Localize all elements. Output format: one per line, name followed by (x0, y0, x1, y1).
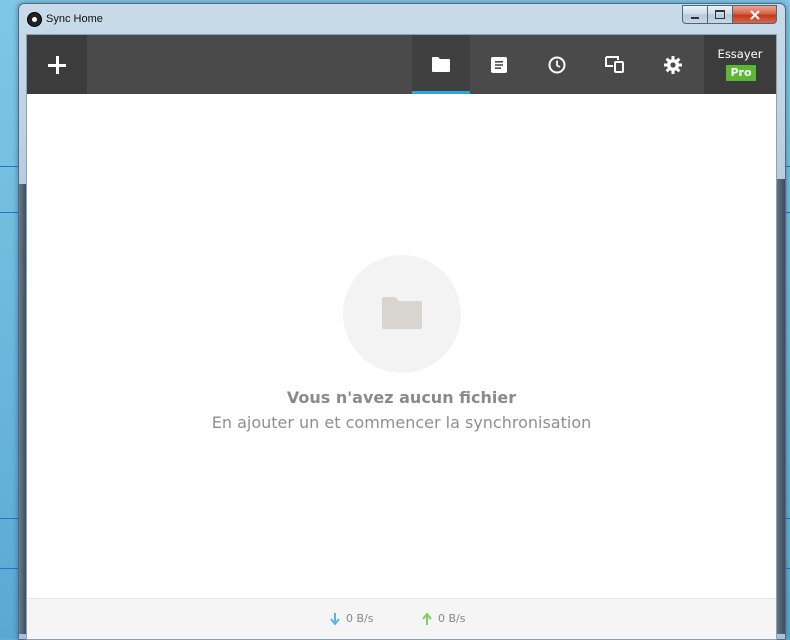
minimize-button[interactable] (682, 5, 708, 24)
close-button[interactable] (733, 5, 777, 24)
app-content: Essayer Pro Vous n'avez aucun fichier En… (26, 34, 777, 640)
download-speed: 0 B/s (330, 612, 373, 625)
main-toolbar: Essayer Pro (27, 35, 776, 94)
maximize-icon (715, 10, 725, 19)
upload-speed-value: 0 B/s (438, 612, 466, 625)
minimize-icon (691, 16, 699, 19)
empty-state-subtitle: En ajouter un et commencer la synchronis… (211, 413, 592, 432)
clock-icon (548, 56, 566, 73)
window-controls (682, 5, 777, 25)
pro-badge: Pro (726, 65, 756, 81)
tab-folders[interactable] (412, 35, 470, 94)
document-icon (491, 56, 507, 73)
empty-folder-icon (382, 297, 422, 329)
app-window: Sync Home Essayer Pro Vous n'avez aucun … (18, 3, 786, 640)
folder-icon (432, 57, 450, 72)
close-icon (749, 9, 760, 20)
try-label: Essayer (717, 47, 763, 61)
add-folder-button[interactable] (27, 35, 87, 94)
window-title: Sync Home (46, 13, 103, 25)
try-pro-button[interactable]: Essayer Pro (704, 35, 776, 94)
title-bar[interactable]: Sync Home (19, 4, 785, 33)
status-bar: 0 B/s 0 B/s (27, 598, 776, 639)
upload-speed: 0 B/s (422, 612, 465, 625)
maximize-button[interactable] (708, 5, 733, 24)
plus-icon (48, 55, 66, 74)
download-speed-value: 0 B/s (346, 612, 374, 625)
tab-history[interactable] (528, 35, 586, 94)
gear-icon (664, 55, 682, 74)
app-logo-icon (27, 12, 42, 27)
tab-devices[interactable] (586, 35, 644, 94)
upload-arrow-icon (422, 612, 432, 625)
devices-icon (605, 56, 624, 73)
download-arrow-icon (330, 612, 340, 625)
empty-state-title: Vous n'avez aucun fichier (286, 388, 517, 407)
tab-notes[interactable] (470, 35, 528, 94)
tab-settings[interactable] (644, 35, 702, 94)
window-left-border (19, 184, 26, 634)
